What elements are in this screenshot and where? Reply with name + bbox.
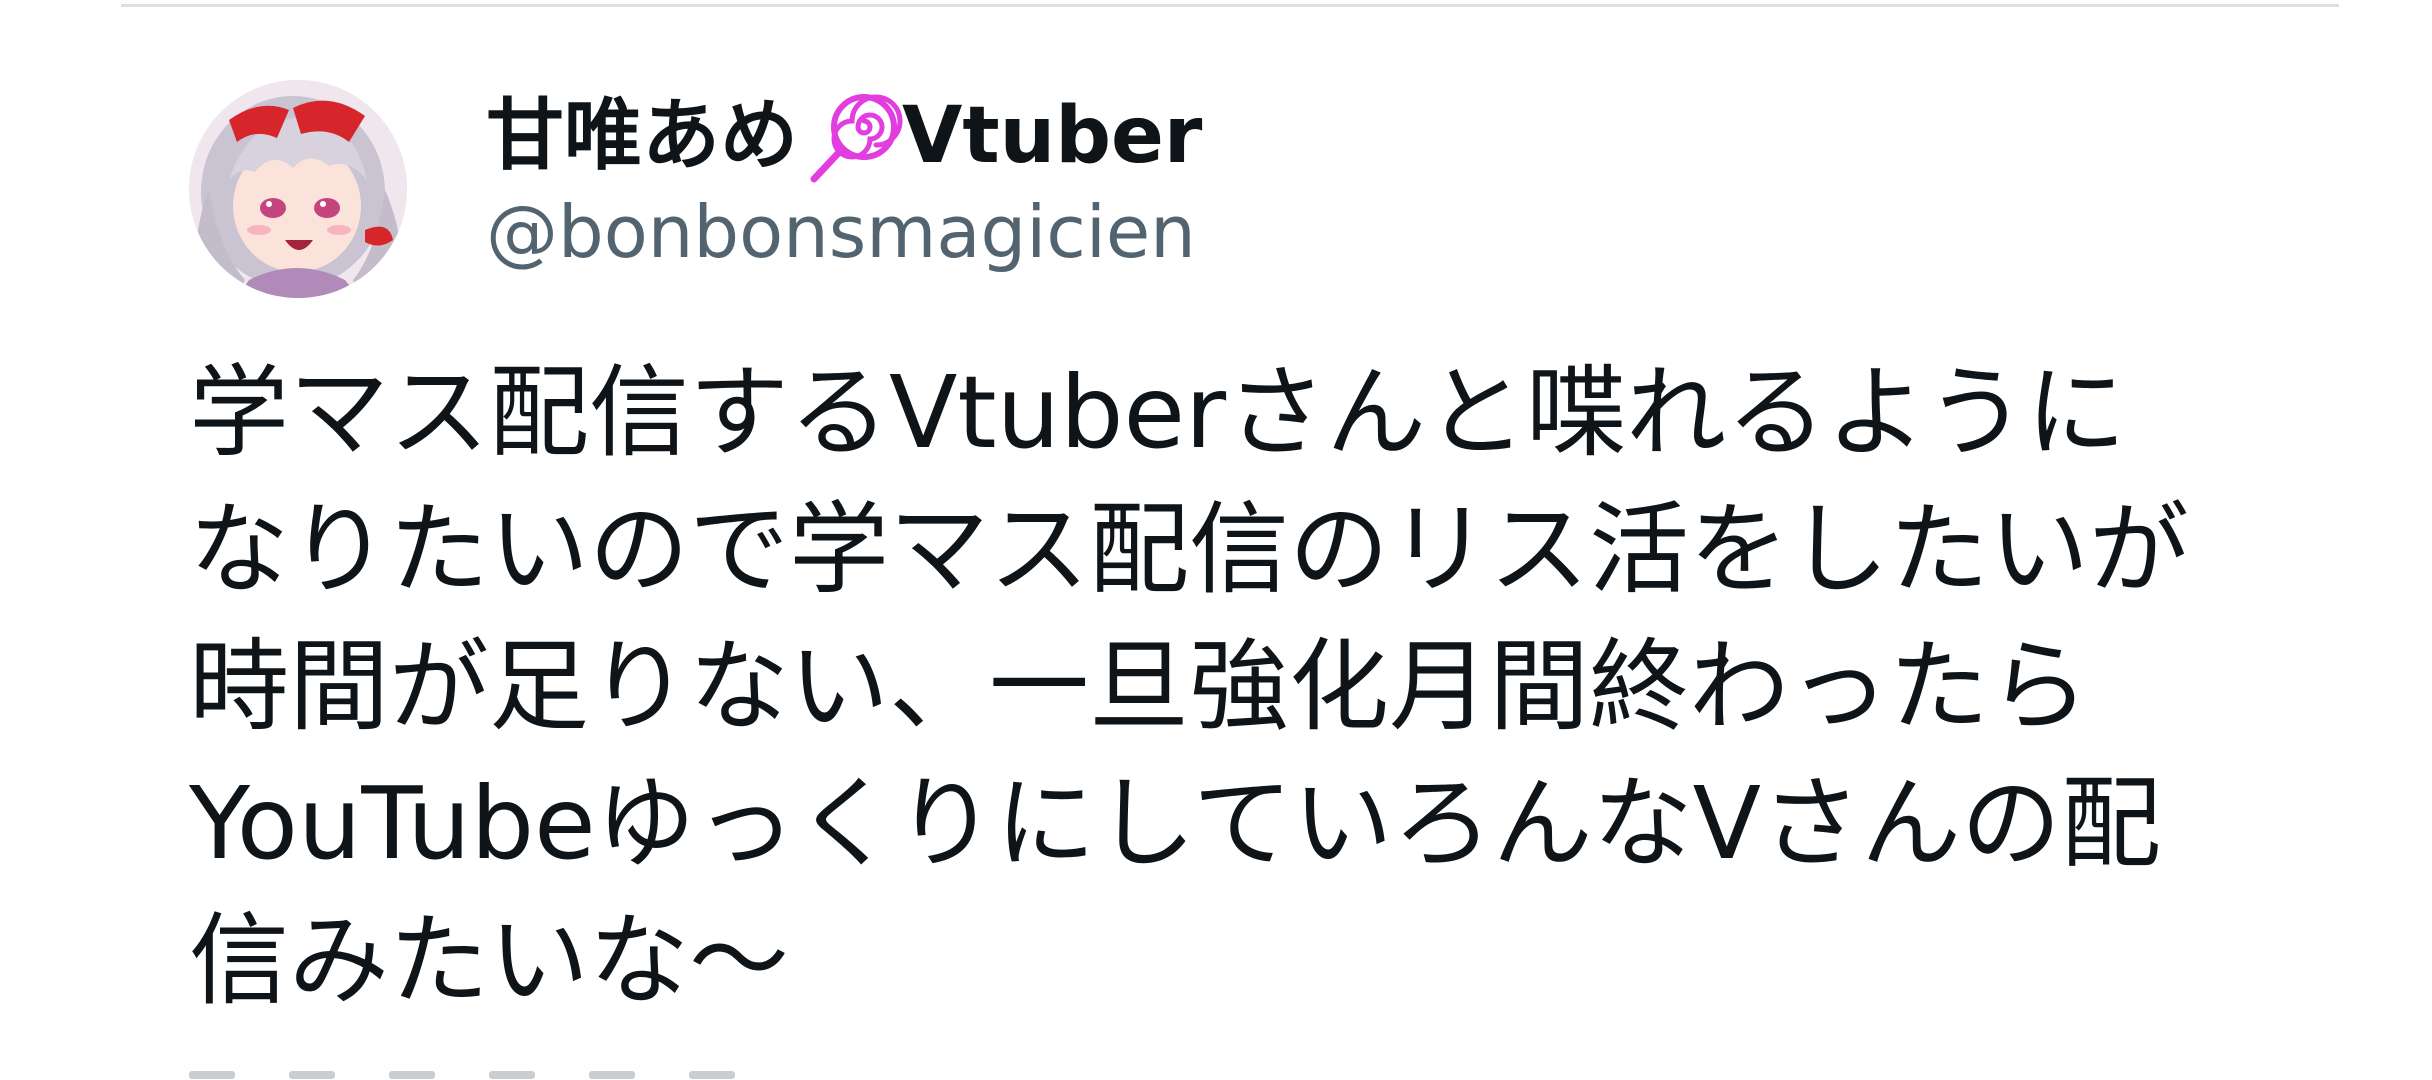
avatar[interactable] [189, 80, 407, 298]
tweet[interactable]: 甘唯あめ Vtuber @bonbonsmagicien 学マス配信するVtub… [0, 0, 2432, 1080]
tweet-author[interactable]: 甘唯あめ Vtuber @bonbonsmagicien [486, 86, 1202, 282]
user-handle[interactable]: @bonbonsmagicien [486, 182, 1202, 282]
tweet-text-line: なりたいので学マス配信のリス活をしたいが [189, 491, 2189, 608]
tweet-text-line: 信みたいな〜 [189, 902, 789, 1019]
display-name-row[interactable]: 甘唯あめ Vtuber [486, 86, 1202, 186]
avatar-image [189, 80, 407, 298]
lollipop-icon [806, 87, 904, 185]
tweet-text-line: YouTubeゆっくりにしていろんなVさんの配 [189, 765, 2162, 882]
tweet-text: 学マス配信するVtuberさんと喋れるように なりたいので学マス配信のリス活をし… [189, 344, 2319, 1029]
tweet-text-line: 時間が足りない、一旦強化月間終わったら [189, 628, 2089, 745]
display-name-suffix[interactable]: Vtuber [902, 86, 1202, 186]
display-name[interactable]: 甘唯あめ [486, 86, 798, 186]
tweet-metadata-cutoff [189, 1064, 1489, 1080]
tweet-text-line: 学マス配信するVtuberさんと喋れるように [189, 354, 2127, 471]
